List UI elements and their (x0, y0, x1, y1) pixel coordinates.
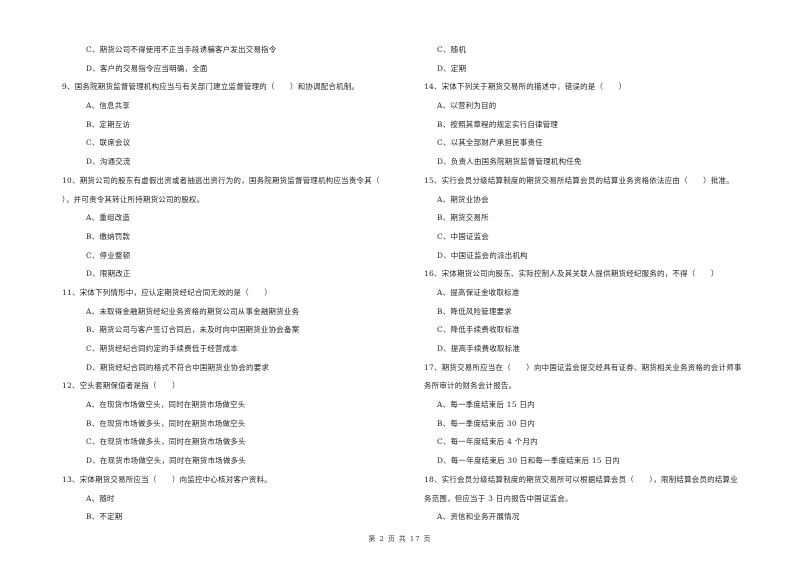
answer-option: B、定期互访 (86, 119, 131, 129)
answer-option: D、沟通交流 (86, 157, 131, 167)
answer-option: A、提高保证金收取标准 (437, 287, 520, 297)
question-stem-continuation: 务所审计的财务会计报告。 (424, 381, 517, 391)
answer-option: B、期货交易所 (437, 213, 489, 223)
question-stem: 11、宋体下列情形中，应认定期货经纪合同无效的是（ ） (62, 287, 272, 297)
answer-option: D、客户的交易指令应当明确，全面 (86, 63, 208, 73)
answer-option: C、降低手续费收取标准 (437, 325, 520, 335)
left-column: C、期货公司不得使用不正当手段诱骗客户发出交易指令 D、客户的交易指令应当明确，全… (62, 41, 407, 527)
exam-page: C、期货公司不得使用不正当手段诱骗客户发出交易指令 D、客户的交易指令应当明确，全… (0, 0, 800, 565)
question-stem: 9、国务院期货监督管理机构应当与有关部门建立监督管理的（ ）和协调配合机制。 (62, 82, 360, 92)
answer-option: A、以营利为目的 (437, 101, 497, 111)
question-stem: 17、期货交易所应当在（ ）向中国证监会提交经具有证券、期货相关业务资格的会计师… (424, 362, 742, 372)
answer-option: D、限期改正 (86, 269, 131, 279)
answer-option: A、在现货市场做空头，同时在期货市场做空头 (86, 400, 246, 410)
answer-option: D、定期 (437, 63, 467, 73)
answer-option: C、联席会议 (86, 138, 131, 148)
answer-option: C、随机 (437, 45, 467, 54)
answer-option: C、期货公司不得使用不正当手段诱骗客户发出交易指令 (86, 45, 277, 54)
answer-option: D、在现货市场做空头，同时在期货市场做多头 (86, 456, 247, 466)
answer-option: D、期货经纪合同的格式不符合中国期货业协会的要求 (86, 362, 270, 372)
question-stem: 15、实行会员分级结算制度的期货交易所结算会员的结算业务资格依法应由（ ）批准。 (424, 175, 734, 185)
answer-option: A、期货业协会 (437, 194, 489, 204)
question-stem: 14、宋体下列关于期货交易所的描述中，错误的是（ ） (424, 82, 627, 92)
answer-option: C、期货经纪合同约定的手续费低于经营成本 (86, 344, 239, 353)
question-stem: 13、宋体期货交易所应当（ ）向监控中心核对客户资料。 (62, 474, 272, 484)
right-column: C、随机 D、定期 14、宋体下列关于期货交易所的描述中，错误的是（ ） A、以营利为… (424, 41, 774, 527)
answer-option: C、停业整顿 (86, 250, 131, 260)
answer-option: D、中国证监会的派出机构 (437, 250, 528, 260)
answer-option: B、每一季度结束后 30 日内 (437, 418, 535, 428)
answer-option: B、期货公司与客户签订合同后，未及时向中国期货业协会备案 (86, 325, 300, 335)
answer-option: B、降低风险管理要求 (437, 306, 512, 316)
answer-option: C、每一年度结束后 4 个月内 (437, 437, 538, 447)
question-stem-continuation: ），并可责令其转让所持期货公司的股权。 (62, 194, 205, 204)
question-stem: 18、实行会员分级结算制度的期货交易所可以根据结算会员（ ），限制结算会员的结算… (424, 474, 738, 484)
answer-option: B、在现货市场做多头，同时在期货市场做空头 (86, 418, 246, 428)
answer-option: C、中国证监会 (437, 231, 490, 241)
answer-option: A、未取得金融期货经纪业务资格的期货公司从事金融期货业务 (86, 306, 300, 316)
answer-option: D、每一年度结束后 30 日和每一季度结束后 15 日内 (437, 456, 620, 466)
answer-option: B、缴纳罚款 (86, 231, 131, 241)
question-stem: 10、期货公司的股东有虚假出资或者抽逃出资行为的，国务院期货监督管理机构应当责令… (62, 175, 380, 185)
question-stem: 12、空头套期保值者是指（ ） (62, 381, 180, 391)
answer-option: A、信息共享 (86, 101, 131, 111)
answer-option: C、以其全部财产承担民事责任 (437, 138, 543, 148)
answer-option: C、在现货市场做多头，同时在期货市场做多头 (86, 437, 246, 447)
answer-option: D、负责人由国务院期货监督管理机构任免 (437, 157, 582, 167)
answer-option: A、随时 (86, 493, 115, 503)
answer-option: A、资信和业务开展情况 (437, 512, 520, 522)
page-number-footer: 第 2 页 共 17 页 (368, 535, 432, 543)
question-stem: 16、宋体期货公司向股东、实际控制人及其关联人提供期货经纪服务的，不得（ ） (424, 269, 719, 279)
answer-option: A、每一季度结束后 15 日内 (437, 400, 535, 410)
answer-option: A、重组改造 (86, 213, 131, 223)
question-stem-continuation: 务范围，但应当于 3 日内报告中国证监会。 (424, 493, 573, 503)
answer-option: B、不定期 (86, 512, 123, 522)
answer-option: B、按照其章程的规定实行自律管理 (437, 119, 559, 129)
answer-option: D、提高手续费收取标准 (437, 344, 521, 353)
